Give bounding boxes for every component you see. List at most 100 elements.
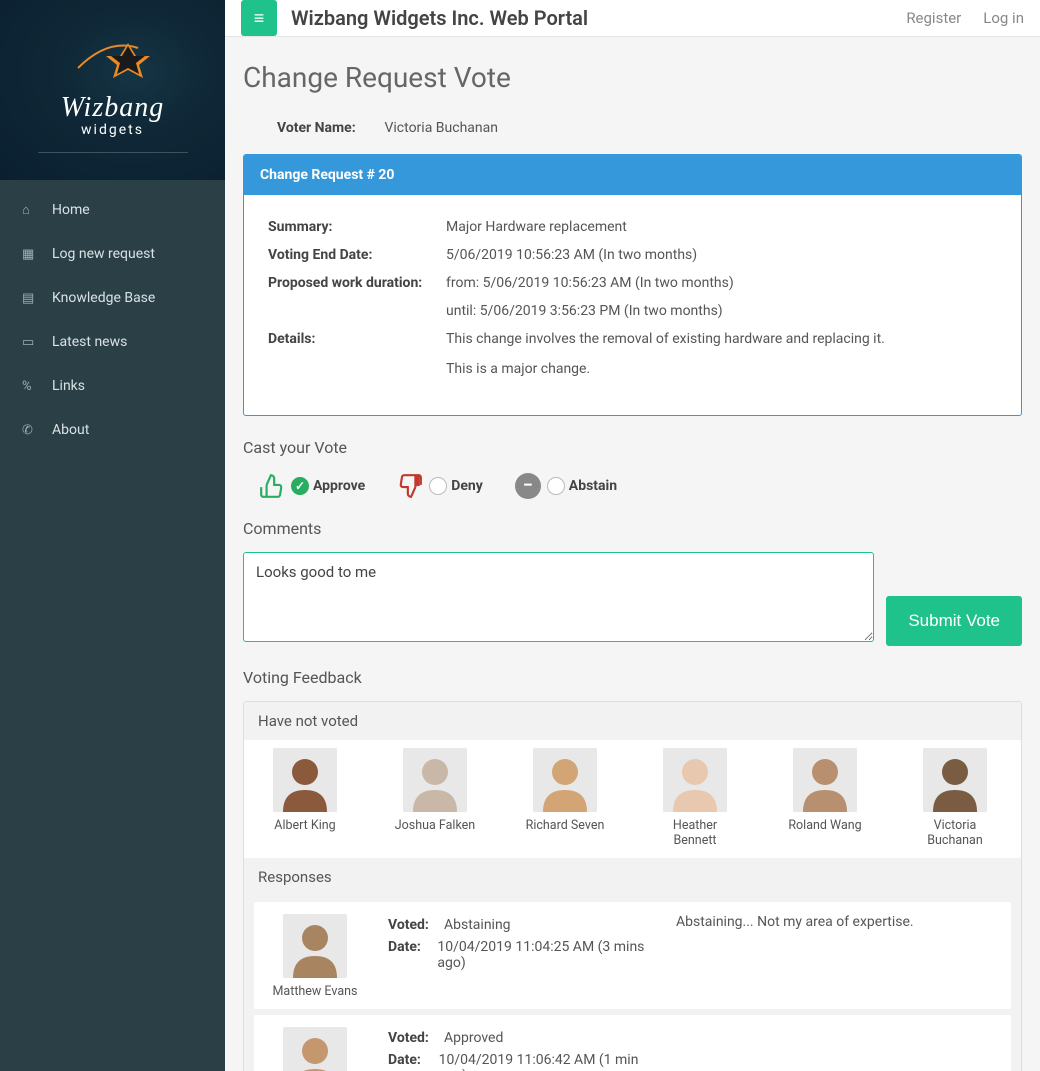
not-voted-row: Albert King Joshua Falken Richard Seven Hea… <box>244 740 1021 858</box>
logo-text: Wizbang <box>38 92 188 124</box>
avatar-name: Joshua Falken <box>390 818 480 833</box>
panel-header: Change Request # 20 <box>244 155 1021 195</box>
voting-feedback-title: Voting Feedback <box>243 668 1022 687</box>
vote-deny[interactable]: Deny <box>395 471 483 501</box>
duration-from: from: 5/06/2019 10:56:23 AM (In two mont… <box>446 275 734 291</box>
responses-list: Matthew EvansVoted:AbstainingDate:10/04/… <box>244 902 1021 1071</box>
summary-value: Major Hardware replacement <box>446 219 627 235</box>
nav-label: Latest news <box>52 334 127 350</box>
voted-label: Voted: <box>388 1030 444 1046</box>
voted-value: Abstaining <box>444 917 511 933</box>
avatar <box>793 748 857 812</box>
brand-title: Wizbang Widgets Inc. Web Portal <box>291 6 588 30</box>
minus-circle-icon: − <box>513 471 543 501</box>
vote-approve[interactable]: ✓ Approve <box>257 471 365 501</box>
vote-options: ✓ Approve Deny − Abstain <box>243 471 1022 519</box>
abstain-radio[interactable] <box>547 477 565 495</box>
feedback-panel: Have not voted Albert King Joshua Falken R… <box>243 701 1022 1071</box>
logo-subtext: widgets <box>38 122 188 138</box>
details-value: This change involves the removal of exis… <box>446 331 885 391</box>
not-voted-title: Have not voted <box>244 702 1021 740</box>
avatar-cell: Victoria Buchanan <box>910 748 1000 848</box>
thumbs-up-icon <box>257 471 287 501</box>
register-link[interactable]: Register <box>906 9 961 27</box>
avatar-cell: Roland Wang <box>780 748 870 848</box>
sidebar: Wizbang widgets ⌂ Home ▦ Log new request ▤… <box>0 0 225 1071</box>
response-comment: Abstaining... Not my area of expertise. <box>676 914 995 999</box>
nav-log-request[interactable]: ▦ Log new request <box>0 232 225 276</box>
link-icon: % <box>22 379 40 394</box>
date-label: Date: <box>388 939 437 971</box>
voting-end-value: 5/06/2019 10:56:23 AM (In two months) <box>446 247 697 263</box>
logo-divider <box>38 152 188 153</box>
menu-toggle-button[interactable]: ≡ <box>241 0 277 36</box>
voter-row: Voter Name: Victoria Buchanan <box>243 114 1022 154</box>
deny-label: Deny <box>451 478 483 494</box>
date-value: 10/04/2019 11:04:25 AM (3 mins ago) <box>437 939 648 971</box>
voting-end-label: Voting End Date: <box>268 247 446 263</box>
duration-until: until: 5/06/2019 3:56:23 PM (In two mont… <box>446 303 723 319</box>
avatar <box>533 748 597 812</box>
nav-knowledge-base[interactable]: ▤Knowledge Base <box>0 276 225 320</box>
avatar <box>923 748 987 812</box>
avatar-name: Roland Wang <box>780 818 870 833</box>
voter-name-label: Voter Name: <box>277 120 367 136</box>
details-label: Details: <box>268 331 446 347</box>
avatar <box>283 1027 347 1071</box>
nav-about[interactable]: ✆About <box>0 408 225 452</box>
thumbs-down-icon <box>395 471 425 501</box>
avatar <box>403 748 467 812</box>
nav-latest-news[interactable]: ▭ Latest news <box>0 320 225 364</box>
voted-label: Voted: <box>388 917 444 933</box>
news-icon: ▭ <box>22 335 40 350</box>
avatar-name: Albert King <box>260 818 350 833</box>
responder-name: Matthew Evans <box>270 984 360 999</box>
nav-links[interactable]: % Links <box>0 364 225 408</box>
home-icon: ⌂ <box>22 202 40 218</box>
date-value: 10/04/2019 11:06:42 AM (1 min ago) <box>439 1052 648 1071</box>
abstain-label: Abstain <box>569 478 617 494</box>
voter-name-value: Victoria Buchanan <box>384 120 497 136</box>
response-row: Voted:Approved Date:10/04/2019 11:06:42 A… <box>254 1015 1011 1071</box>
hamburger-icon: ≡ <box>254 8 265 29</box>
nav-label: Log new request <box>52 246 155 262</box>
response-row: Matthew Evans Voted:Abstaining Date:10/04/… <box>254 902 1011 1009</box>
approve-label: Approve <box>313 478 365 494</box>
avatar-cell: Albert King <box>260 748 350 848</box>
login-link[interactable]: Log in <box>983 9 1024 27</box>
nav-label: Links <box>52 378 85 394</box>
approve-radio[interactable]: ✓ <box>291 477 309 495</box>
page-title: Change Request Vote <box>243 61 1022 94</box>
duration-label: Proposed work duration: <box>268 275 446 291</box>
logo-area: Wizbang widgets <box>0 0 225 180</box>
nav-home[interactable]: ⌂ Home <box>0 188 225 232</box>
deny-radio[interactable] <box>429 477 447 495</box>
summary-label: Summary: <box>268 219 446 235</box>
logo-star-icon <box>38 28 188 92</box>
avatar-cell: Heather Bennett <box>650 748 740 848</box>
cast-vote-title: Cast your Vote <box>243 438 1022 457</box>
change-request-panel: Change Request # 20 Summary:Major Hardwa… <box>243 154 1022 416</box>
responses-title: Responses <box>244 858 1021 896</box>
nav-label: Home <box>52 202 90 218</box>
avatar-name: Victoria Buchanan <box>910 818 1000 848</box>
comments-input[interactable] <box>243 552 874 642</box>
topbar: ≡ Wizbang Widgets Inc. Web Portal Regist… <box>225 0 1040 37</box>
response-comment <box>676 1027 995 1071</box>
nav-label: Knowledge Base <box>52 290 155 306</box>
avatar-cell: Richard Seven <box>520 748 610 848</box>
main: ≡ Wizbang Widgets Inc. Web Portal Regist… <box>225 0 1040 1071</box>
avatar <box>283 914 347 978</box>
avatar <box>663 748 727 812</box>
voted-value: Approved <box>444 1030 503 1046</box>
phone-icon: ✆ <box>22 423 40 438</box>
avatar-name: Heather Bennett <box>650 818 740 848</box>
vote-abstain[interactable]: − Abstain <box>513 471 617 501</box>
submit-vote-button[interactable]: Submit Vote <box>886 596 1022 646</box>
grid-icon: ▦ <box>22 247 40 262</box>
date-label: Date: <box>388 1052 439 1071</box>
avatar-name: Richard Seven <box>520 818 610 833</box>
nav: ⌂ Home ▦ Log new request ▤Knowledge Base ▭… <box>0 180 225 460</box>
comments-title: Comments <box>243 519 1022 538</box>
avatar-cell: Joshua Falken <box>390 748 480 848</box>
